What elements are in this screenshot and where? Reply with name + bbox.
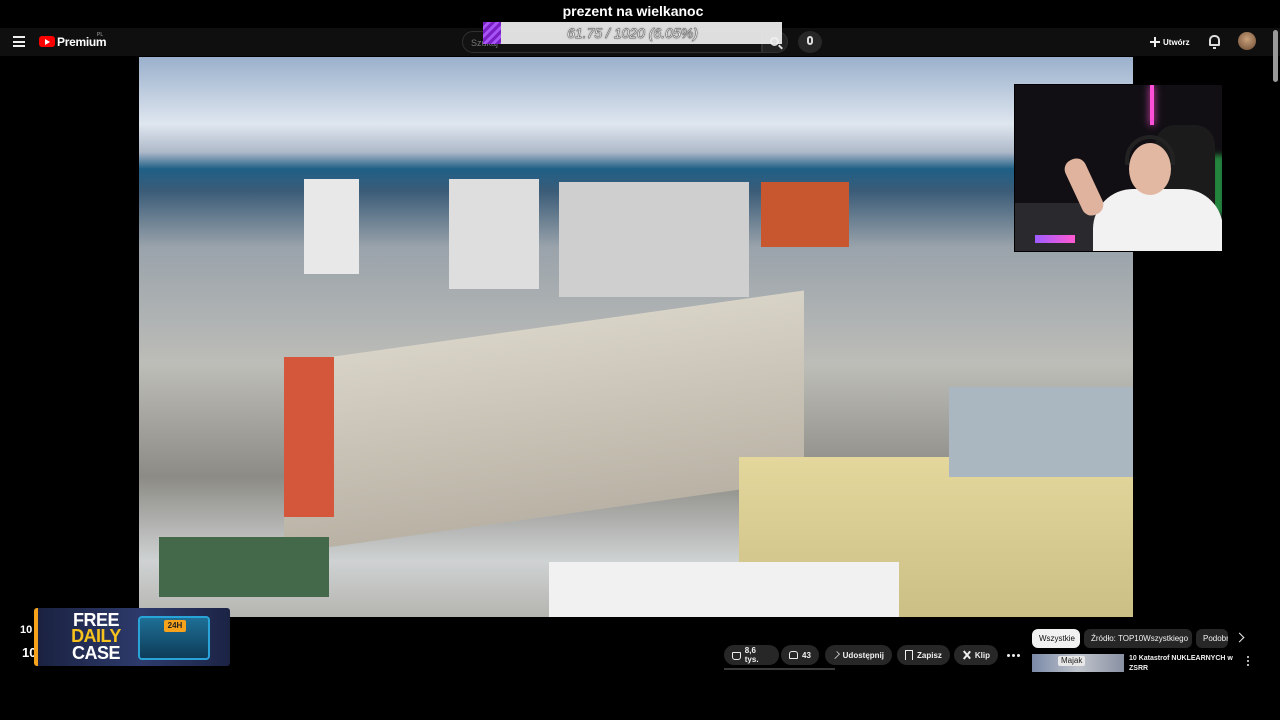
free-daily-case-banner: FREE DAILY CASE 24H: [34, 608, 230, 666]
clip-label: Klip: [974, 650, 990, 660]
share-button[interactable]: Udostępnij: [825, 645, 892, 665]
video-frame-building: [549, 562, 899, 617]
video-frame-building: [159, 537, 329, 597]
recommendation-more-icon[interactable]: [1246, 656, 1250, 666]
page-scrollbar[interactable]: [1273, 30, 1278, 82]
video-frame-building: [449, 179, 539, 289]
video-frame-building: [284, 357, 334, 517]
bookmark-icon: [905, 650, 913, 660]
widget-number: 10: [20, 624, 33, 636]
chip-all[interactable]: Wszystkie: [1032, 629, 1080, 648]
thumb-up-icon: [732, 652, 741, 660]
stream-overlay-title: prezent na wielkanoc: [562, 3, 704, 19]
like-count: 8,6 tys.: [744, 646, 759, 664]
youtube-logo-icon[interactable]: [39, 36, 55, 47]
goal-progress-text: 61.75 / 1020 (6.05%): [567, 25, 698, 41]
video-player[interactable]: [139, 57, 1133, 617]
case-badge: 24H: [164, 620, 186, 632]
dislike-button[interactable]: 43: [781, 645, 819, 665]
clip-button[interactable]: Klip: [954, 645, 998, 665]
thumbnail-badge: Majak: [1058, 656, 1086, 666]
create-button[interactable]: Utwórz: [1150, 34, 1190, 50]
voice-search-button[interactable]: [798, 31, 822, 53]
avatar[interactable]: [1238, 32, 1256, 50]
chip-source[interactable]: Źródło: TOP10Wszystkiego: [1084, 629, 1192, 648]
share-label: Udostępnij: [842, 650, 884, 660]
webcam-keyboard: [1035, 235, 1075, 243]
share-icon: [831, 651, 840, 659]
scissors-icon: [962, 650, 971, 660]
webcam-overlay: [1014, 84, 1223, 252]
video-frame-building: [304, 179, 359, 274]
case-box-icon: 24H: [138, 616, 210, 660]
like-ratio-bar: [724, 668, 835, 670]
chip-similar[interactable]: Podobne: [1196, 629, 1228, 648]
goal-progress-bar: 61.75 / 1020 (6.05%): [483, 22, 782, 44]
video-frame-building: [559, 182, 749, 297]
save-label: Zapisz: [917, 650, 942, 660]
banner-accent: [34, 608, 38, 666]
thumb-down-icon: [789, 651, 798, 659]
dislike-count: 43: [802, 650, 811, 660]
more-actions-icon[interactable]: [1005, 648, 1021, 662]
video-frame-building: [949, 387, 1133, 477]
bell-icon[interactable]: [1209, 35, 1220, 49]
plus-icon: [1150, 37, 1160, 47]
video-frame-building: [284, 290, 804, 554]
mic-icon: [807, 36, 813, 45]
menu-icon[interactable]: [13, 36, 25, 47]
create-label: Utwórz: [1163, 37, 1190, 47]
recommended-video-title[interactable]: 10 Katastrof NUKLEARNYCH w ZSRR: [1129, 654, 1239, 672]
like-button[interactable]: 8,6 tys.: [724, 645, 779, 665]
webcam-person: [1093, 189, 1222, 251]
recommended-video-thumbnail[interactable]: Majak: [1032, 654, 1124, 672]
webcam-light: [1150, 85, 1154, 125]
video-frame-building: [761, 182, 849, 247]
brand-region-label: PL: [97, 32, 104, 38]
save-button[interactable]: Zapisz: [897, 645, 950, 665]
chevron-right-icon[interactable]: [1234, 632, 1245, 643]
banner-text-case: CASE: [71, 643, 121, 663]
